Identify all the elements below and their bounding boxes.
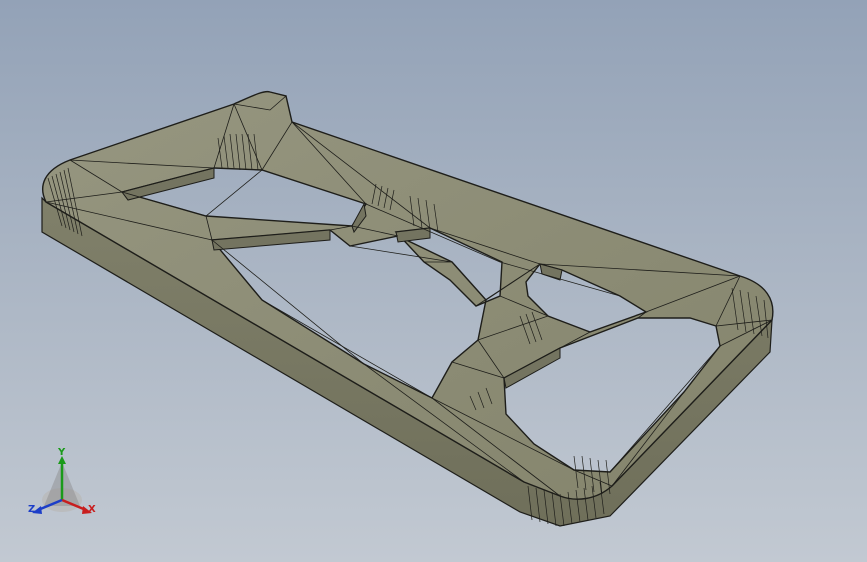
- triad-x-label: X: [88, 504, 96, 515]
- triad-z-label: Z: [28, 504, 36, 515]
- orientation-triad[interactable]: Y X Z: [22, 448, 106, 524]
- part-model[interactable]: [0, 0, 867, 562]
- graphics-viewport[interactable]: Y X Z: [0, 0, 867, 562]
- triad-y-label: Y: [58, 447, 66, 458]
